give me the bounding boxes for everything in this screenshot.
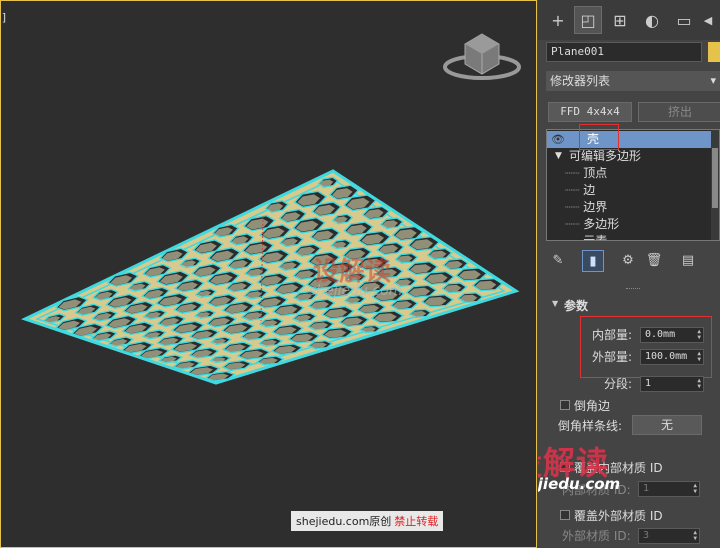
stack-subitem-label: 多边形 bbox=[583, 217, 620, 231]
hierarchy-icon[interactable]: ⊞ bbox=[606, 6, 634, 34]
bevel-edges-checkbox[interactable] bbox=[560, 400, 570, 410]
configure-modifier-sets-icon[interactable]: ▤ bbox=[678, 250, 698, 270]
stack-subitem-label: 元素 bbox=[583, 234, 608, 241]
modifier-list-label: 修改器列表 bbox=[550, 74, 611, 88]
segments-label: 分段: bbox=[604, 377, 633, 391]
command-panel-tabs: + ◰ ⊞ ◐ ▭ ◀ bbox=[538, 0, 720, 40]
object-color-swatch[interactable] bbox=[708, 42, 720, 62]
panel-divider bbox=[626, 288, 640, 291]
collapse-arrow-icon: ▼ bbox=[552, 299, 559, 308]
outer-mat-id-label: 外部材质 ID: bbox=[562, 529, 631, 543]
outer-mat-id-spinner[interactable]: 3 ▲ ▼ bbox=[638, 528, 700, 544]
viewport-watermark-url: shejiedu.com bbox=[309, 283, 403, 299]
segments-spinner[interactable]: 1 ▲ ▼ bbox=[640, 376, 704, 392]
stack-scrollbar-thumb[interactable] bbox=[712, 148, 718, 208]
bevel-spline-label: 倒角样条线: bbox=[558, 419, 623, 433]
chevron-down-icon: ▾ bbox=[710, 74, 716, 87]
stack-subitem-vertex[interactable]: ┈┈ 顶点 bbox=[565, 165, 607, 182]
parameters-rollout-header[interactable]: ▼ 参数 bbox=[546, 297, 720, 315]
create-icon[interactable]: + bbox=[544, 6, 572, 34]
perspective-viewport[interactable]: ] 设解读 shejiedu.com shejiedu.com原创 禁止转载 bbox=[0, 0, 537, 548]
pin-stack-icon[interactable]: ✎ bbox=[548, 250, 568, 270]
motion-icon[interactable]: ◐ bbox=[638, 6, 666, 34]
modify-icon[interactable]: ◰ bbox=[574, 6, 602, 34]
stack-item-editable-poly-label: 可编辑多边形 bbox=[569, 149, 642, 163]
modifier-stack[interactable]: 👁 壳 ▼ 可编辑多边形 ┈┈ 顶点 ┈┈ 边 ┈┈ 边界 ┈┈ 多边形 ┈┈ … bbox=[546, 129, 720, 241]
panel-watermark-url: shejiedu.com bbox=[538, 475, 621, 493]
stack-subitem-label: 边 bbox=[583, 183, 596, 197]
modifier-list-dropdown[interactable]: 修改器列表 ▾ bbox=[546, 71, 720, 91]
copyright-note-text: shejiedu.com原创 bbox=[296, 515, 392, 528]
ffd-4x4x4-button[interactable]: FFD 4x4x4 bbox=[548, 102, 632, 122]
copyright-note-warning: 禁止转载 bbox=[394, 515, 439, 528]
utilities-icon[interactable]: ◀ bbox=[698, 6, 718, 34]
stack-subitem-label: 边界 bbox=[583, 200, 608, 214]
override-outer-mat-label: 覆盖外部材质 ID bbox=[574, 509, 663, 523]
stack-subitem-polygon[interactable]: ┈┈ 多边形 bbox=[565, 216, 619, 233]
highlight-amount-box bbox=[580, 316, 712, 378]
stack-subitem-border[interactable]: ┈┈ 边界 bbox=[565, 199, 607, 216]
extrude-button[interactable]: 挤出 bbox=[638, 102, 720, 122]
show-end-result-icon[interactable]: ▮ bbox=[582, 250, 604, 272]
stack-item-shell[interactable]: 👁 壳 bbox=[547, 131, 719, 148]
override-outer-mat-checkbox[interactable] bbox=[560, 510, 570, 520]
highlight-shell-box bbox=[579, 124, 619, 150]
parameters-title: 参数 bbox=[564, 299, 589, 313]
viewport-canvas[interactable] bbox=[1, 1, 537, 548]
stack-subitem-edge[interactable]: ┈┈ 边 bbox=[565, 182, 595, 199]
stack-subitem-element[interactable]: ┈┈ 元素 bbox=[565, 233, 608, 241]
viewcube-icon[interactable] bbox=[443, 33, 521, 80]
copyright-note: shejiedu.com原创 禁止转载 bbox=[291, 511, 444, 531]
stack-subitem-label: 顶点 bbox=[583, 166, 608, 180]
bevel-edges-label: 倒角边 bbox=[574, 399, 611, 413]
expand-arrow-icon[interactable]: ▼ bbox=[555, 148, 562, 165]
bevel-spline-button[interactable]: 无 bbox=[632, 415, 702, 435]
stack-scrollbar[interactable] bbox=[711, 130, 719, 240]
inner-mat-id-spinner[interactable]: 1 ▲ ▼ bbox=[638, 481, 700, 497]
remove-modifier-icon[interactable]: 🗑 bbox=[644, 250, 664, 270]
eye-icon[interactable]: 👁 bbox=[551, 131, 565, 148]
honeycomb-holes bbox=[42, 176, 504, 382]
display-icon[interactable]: ▭ bbox=[670, 6, 698, 34]
object-name-input[interactable]: Plane001 bbox=[546, 42, 702, 62]
viewport-label-bracket: ] bbox=[1, 11, 8, 24]
make-unique-icon[interactable]: ⚙ bbox=[618, 250, 638, 270]
command-panel: + ◰ ⊞ ◐ ▭ ◀ Plane001 修改器列表 ▾ FFD 4x4x4 挤… bbox=[538, 0, 720, 548]
